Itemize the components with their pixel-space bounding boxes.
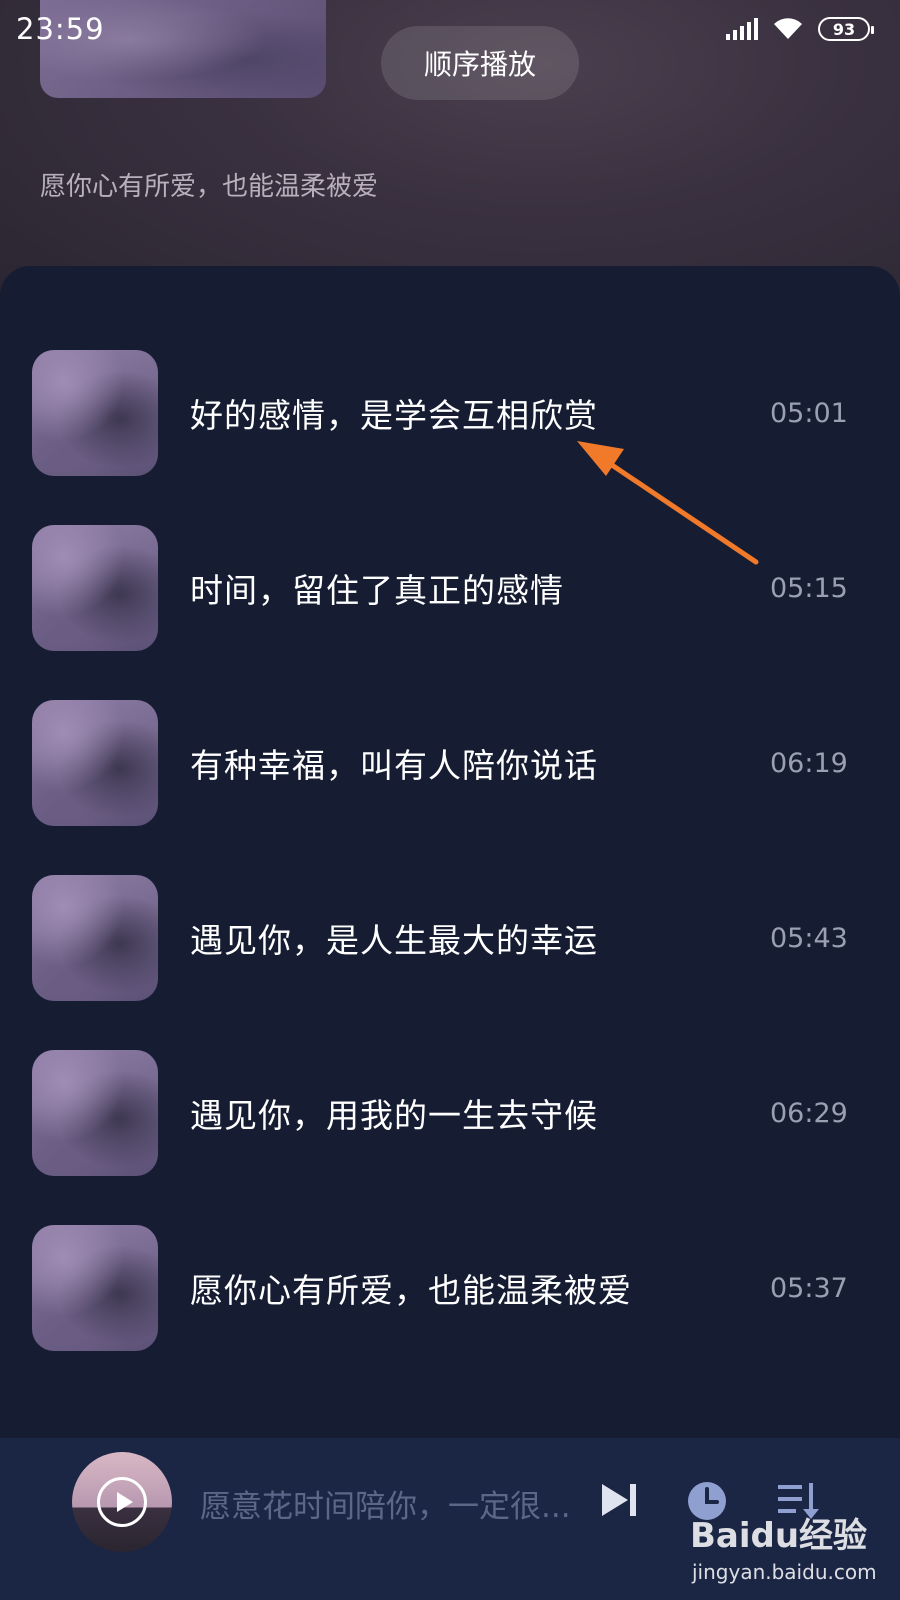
song-title: 遇见你，是人生最大的幸运 <box>190 921 598 960</box>
song-title: 时间，留住了真正的感情 <box>190 571 564 610</box>
signal-icon <box>726 18 758 40</box>
watermark-logo: Baidu经验 <box>690 1516 868 1556</box>
song-item[interactable]: 时间，留住了真正的感情 05:15 <box>0 525 900 651</box>
song-title: 好的感情，是学会互相欣赏 <box>190 396 598 435</box>
album-description: 愿你心有所爱，也能温柔被爱 <box>40 172 379 202</box>
song-item[interactable]: 有种幸福，叫有人陪你说话 06:19 <box>0 700 900 826</box>
song-item[interactable]: 好的感情，是学会互相欣赏 05:01 <box>0 350 900 476</box>
watermark-site: jingyan.baidu.com <box>692 1560 877 1584</box>
battery-level: 93 <box>832 19 856 39</box>
song-duration: 06:29 <box>770 1097 848 1129</box>
song-duration: 05:37 <box>770 1272 848 1304</box>
song-thumbnail <box>32 525 158 651</box>
song-title: 遇见你，用我的一生去守候 <box>190 1096 598 1135</box>
song-item[interactable]: 愿你心有所爱，也能温柔被爱 05:37 <box>0 1225 900 1351</box>
song-thumbnail <box>32 875 158 1001</box>
status-time: 23:59 <box>16 12 105 46</box>
status-icons: 93 <box>726 17 874 41</box>
play-icon[interactable] <box>97 1477 147 1527</box>
song-item[interactable]: 遇见你，是人生最大的幸运 05:43 <box>0 875 900 1001</box>
song-duration: 05:15 <box>770 572 848 604</box>
next-icon[interactable] <box>600 1482 640 1518</box>
battery-icon: 93 <box>818 17 874 41</box>
song-duration: 05:01 <box>770 397 848 429</box>
song-thumbnail <box>32 350 158 476</box>
play-order-button[interactable]: 顺序播放 <box>381 26 579 100</box>
song-duration: 06:19 <box>770 747 848 779</box>
now-playing-cover[interactable] <box>72 1452 172 1552</box>
song-duration: 05:43 <box>770 922 848 954</box>
song-thumbnail <box>32 1050 158 1176</box>
wifi-icon <box>774 18 802 39</box>
baidu-watermark: Baidu经验 jingyan.baidu.com <box>690 1508 890 1598</box>
now-playing-title[interactable]: 愿意花时间陪你，一定很... <box>200 1481 600 1526</box>
song-thumbnail <box>32 700 158 826</box>
song-item[interactable]: 遇见你，用我的一生去守候 06:29 <box>0 1050 900 1176</box>
song-thumbnail <box>32 1225 158 1351</box>
song-title: 有种幸福，叫有人陪你说话 <box>190 746 598 785</box>
song-title: 愿你心有所爱，也能温柔被爱 <box>190 1271 632 1310</box>
